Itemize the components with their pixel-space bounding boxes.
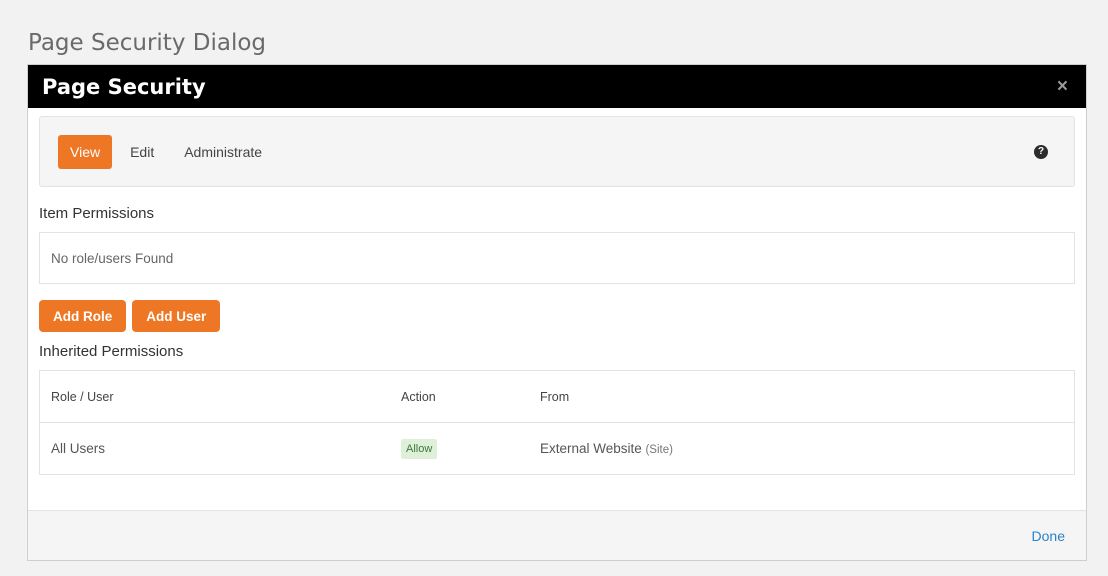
modal-footer: Done xyxy=(28,510,1086,560)
allow-badge: Allow xyxy=(401,438,438,459)
inherited-permissions-title: Inherited Permissions xyxy=(39,343,184,360)
close-icon[interactable]: × xyxy=(1057,76,1068,98)
action-tabs: View Edit Administrate ? xyxy=(39,116,1075,187)
page-security-modal: Page Security × View Edit Administrate ?… xyxy=(27,64,1087,561)
table-row: All Users Allow External Website (Site) xyxy=(40,423,1074,474)
add-role-button[interactable]: Add Role xyxy=(39,300,127,332)
modal-header: Page Security × xyxy=(28,65,1086,108)
empty-message: No role/users Found xyxy=(51,250,174,266)
question-circle-icon[interactable]: ? xyxy=(1034,144,1048,159)
modal-title: Page Security xyxy=(42,74,206,99)
from-type: (Site) xyxy=(645,444,673,456)
add-user-button[interactable]: Add User xyxy=(132,300,221,332)
inherited-permissions-table: Role / User Action From All Users Allow … xyxy=(39,370,1075,475)
tab-view[interactable]: View xyxy=(58,134,113,169)
column-header-role-user: Role / User xyxy=(51,389,114,404)
column-header-from: From xyxy=(540,389,570,404)
tab-edit[interactable]: Edit xyxy=(118,135,166,169)
column-header-action: Action xyxy=(401,389,436,404)
table-header-row: Role / User Action From xyxy=(40,371,1074,423)
action-cell: Allow xyxy=(401,438,540,459)
from-source: External Website xyxy=(540,441,642,456)
permission-buttons: Add Role Add User xyxy=(39,300,1075,332)
item-permissions-list: No role/users Found xyxy=(39,232,1075,284)
role-user-cell: All Users xyxy=(51,441,106,456)
item-permissions-title: Item Permissions xyxy=(39,205,155,222)
done-button[interactable]: Done xyxy=(1032,528,1065,544)
tab-administrate[interactable]: Administrate xyxy=(172,135,274,169)
from-cell: External Website (Site) xyxy=(540,441,1074,456)
modal-body: View Edit Administrate ? Item Permission… xyxy=(28,108,1086,475)
page-caption: Page Security Dialog xyxy=(28,30,267,56)
